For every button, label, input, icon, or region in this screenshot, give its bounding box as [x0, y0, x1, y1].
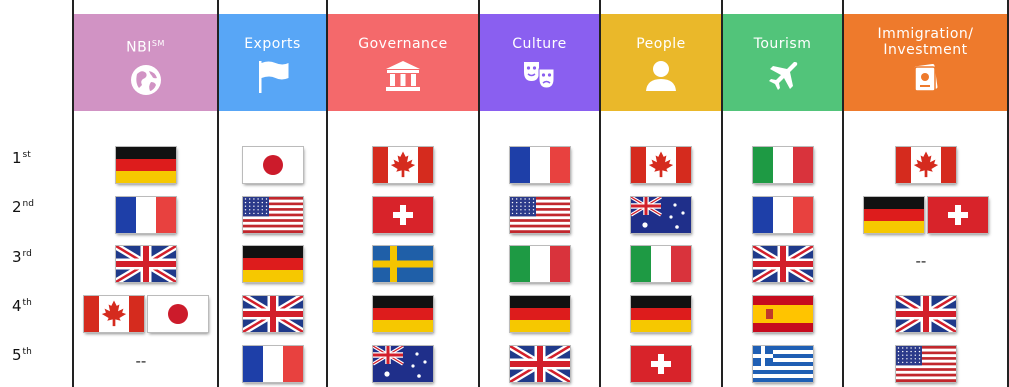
flag-united-kingdom [114, 245, 177, 283]
flag-united-states [894, 345, 957, 383]
column-title: People [636, 36, 686, 52]
rank-label: 1st [12, 149, 31, 167]
column-immigration: Immigration/Investment -- [842, 0, 1009, 387]
column-header-governance: Governance [328, 14, 478, 111]
rank-label: 4th [12, 297, 32, 315]
flag-italy [751, 146, 814, 184]
column-tourism: Tourism [721, 0, 842, 387]
flag-canada [630, 146, 692, 184]
flag-italy [508, 245, 571, 283]
flag-united-states [508, 196, 571, 234]
rank-label: 2nd [12, 198, 34, 216]
flag-japan [146, 295, 209, 333]
flag-united-kingdom [894, 295, 957, 333]
column-nbi: NBISM -- [72, 0, 217, 387]
flag-germany [241, 245, 304, 283]
flag-canada [372, 146, 434, 184]
flag-spain [751, 295, 814, 333]
rank-suffix: th [22, 347, 32, 357]
column-culture: Culture [478, 0, 599, 387]
rank-suffix: rd [22, 249, 32, 259]
rank-suffix: th [22, 298, 32, 308]
column-title: NBISM [126, 39, 165, 56]
flag-united-kingdom [508, 345, 571, 383]
flag-italy [630, 245, 692, 283]
column-title: Culture [512, 36, 567, 52]
flag-france [751, 196, 814, 234]
rank-suffix: st [22, 150, 31, 160]
flag-switzerland [926, 196, 989, 234]
column-governance: Governance [326, 0, 478, 387]
airplane-icon [723, 59, 842, 93]
column-header-tourism: Tourism [723, 14, 842, 111]
flag-france [241, 345, 304, 383]
rank-number: 3 [12, 248, 22, 266]
flag-switzerland [372, 196, 434, 234]
flag-france [114, 196, 177, 234]
theater-masks-icon [480, 59, 599, 91]
flag-united-states [241, 196, 304, 234]
flag-united-kingdom [241, 295, 304, 333]
flag-japan [241, 146, 304, 184]
column-header-people: People [601, 14, 721, 111]
flag-sweden [372, 245, 434, 283]
column-exports: Exports [217, 0, 326, 387]
column-header-immigration: Immigration/Investment [844, 14, 1007, 111]
rank-number: 2 [12, 198, 22, 216]
flag-united-kingdom [751, 245, 814, 283]
flag-australia [630, 196, 692, 234]
empty-placeholder: -- [915, 252, 927, 270]
service-mark: SM [151, 39, 165, 48]
rank-label: 5th [12, 346, 32, 364]
column-title: Tourism [753, 36, 812, 52]
flag-germany [372, 295, 434, 333]
rank-number: 1 [12, 149, 22, 167]
flag-greece [751, 345, 814, 383]
column-title: Immigration/Investment [877, 26, 974, 58]
passport-icon [844, 62, 1007, 92]
rank-number: 5 [12, 346, 22, 364]
flag-icon [219, 59, 326, 95]
flag-germany [862, 196, 925, 234]
rank-number: 4 [12, 297, 22, 315]
rank-label: 3rd [12, 248, 32, 266]
column-people: People [599, 0, 721, 387]
flag-germany [630, 295, 692, 333]
rank-suffix: nd [22, 199, 34, 209]
empty-placeholder: -- [135, 352, 147, 370]
column-header-nbi: NBISM [74, 14, 217, 111]
flag-germany [114, 146, 177, 184]
globe-icon [74, 63, 217, 97]
column-title: Exports [244, 36, 301, 52]
flag-france [508, 146, 571, 184]
column-title: Governance [358, 36, 448, 52]
column-header-exports: Exports [219, 14, 326, 111]
flag-australia [372, 345, 434, 383]
column-header-culture: Culture [480, 14, 599, 111]
flag-canada [82, 295, 145, 333]
government-building-icon [328, 59, 478, 93]
person-icon [601, 59, 721, 93]
flag-germany [508, 295, 571, 333]
flag-switzerland [630, 345, 692, 383]
flag-canada [894, 146, 957, 184]
